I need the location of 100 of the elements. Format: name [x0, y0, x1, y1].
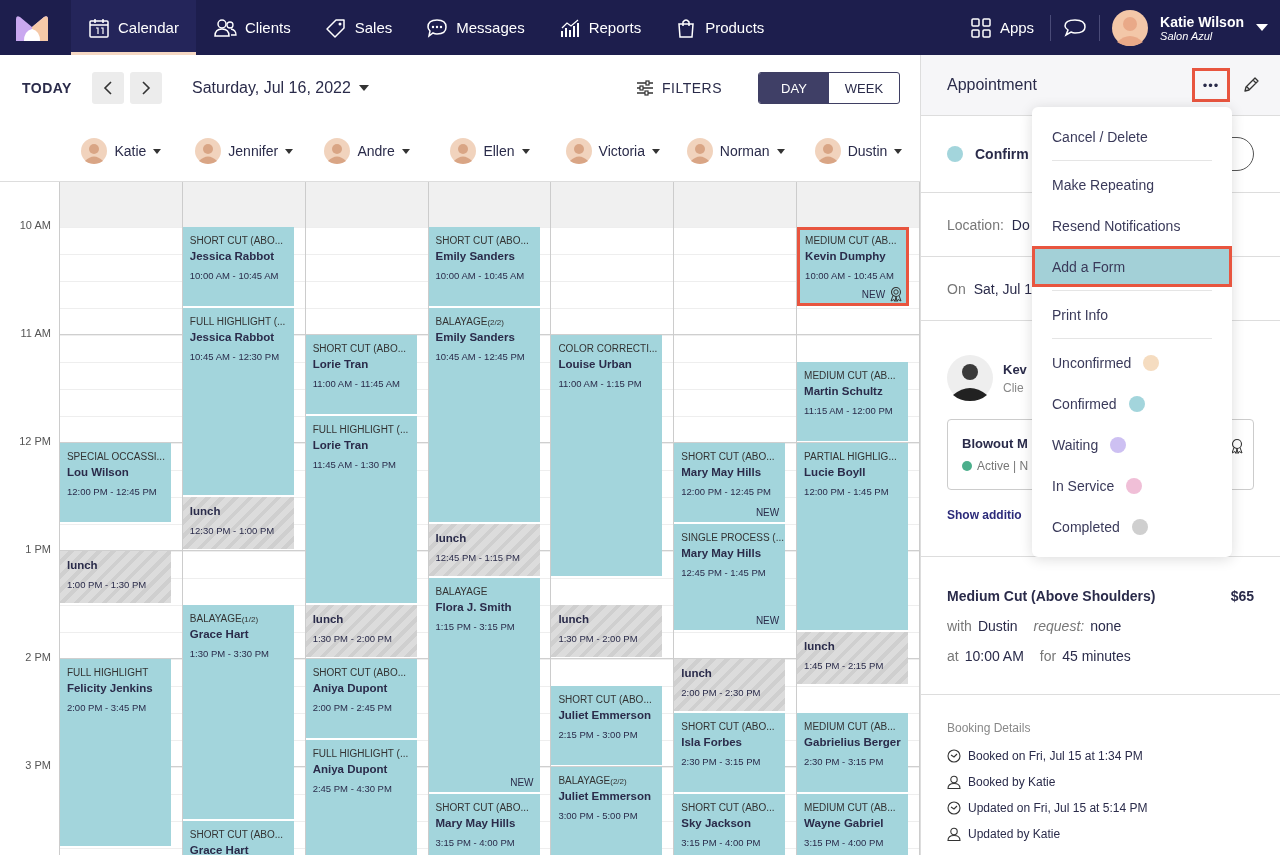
staff-selector[interactable]: Ellen: [450, 138, 530, 164]
client-name: Juliet Emmerson: [558, 790, 653, 802]
appointment-block[interactable]: BALAYAGE Flora J. Smith 1:15 PM - 3:15 PM NEW: [428, 578, 540, 792]
salon-name: Salon Azul: [1160, 29, 1214, 42]
duration-value: 45 minutes: [1062, 647, 1131, 664]
break-block[interactable]: lunch 1:30 PM - 2:00 PM: [305, 605, 417, 657]
staff-selector[interactable]: Norman: [686, 138, 785, 164]
appointment-block[interactable]: SHORT CUT (ABO... Grace Hart: [182, 821, 294, 855]
time-range: 2:00 PM - 3:45 PM: [66, 702, 148, 713]
hour-label: 1 PM: [25, 543, 51, 555]
menu-item[interactable]: Confirmed: [1032, 383, 1232, 424]
appointment-block[interactable]: SHORT CUT (ABO... Mary May Hills 12:00 PM - 12:45 PM NEW: [674, 443, 786, 522]
client-name: Jessica Rabbot: [189, 331, 276, 343]
break-label: lunch: [435, 532, 468, 544]
service-label: SHORT CUT (ABO...: [681, 721, 776, 732]
client-name: Emily Sanders: [435, 331, 516, 343]
appointment-block[interactable]: SHORT CUT (ABO... Isla Forbes 2:30 PM - 3:15 PM: [674, 713, 786, 792]
appointment-block[interactable]: SINGLE PROCESS (... Mary May Hills 12:45 PM - 1:45 PM NEW: [674, 524, 786, 630]
break-block[interactable]: lunch 1:00 PM - 1:30 PM: [59, 551, 171, 603]
appointment-block[interactable]: SPECIAL OCCASSI... Lou Wilson 12:00 PM - 12:45 PM: [59, 443, 171, 522]
date-picker[interactable]: Saturday, Jul 16, 2022: [185, 78, 375, 98]
appointment-block[interactable]: MEDIUM CUT (AB... Wayne Gabriel 3:15 PM - 4:00 PM: [797, 794, 909, 855]
appointment-block[interactable]: SHORT CUT (ABO... Emily Sanders 10:00 AM - 10:45 AM: [428, 227, 540, 306]
break-block[interactable]: lunch 1:30 PM - 2:00 PM: [551, 605, 663, 657]
appointment-block[interactable]: FULL HIGHLIGHT (... Jessica Rabbot 10:45 AM - 12:30 PM: [182, 308, 294, 495]
menu-item-label: Confirmed: [1052, 395, 1117, 412]
nav-tab[interactable]: Calendar: [71, 0, 196, 55]
menu-item[interactable]: Print Info: [1032, 294, 1232, 335]
appointment-block[interactable]: FULL HIGHLIGHT Felicity Jenkins 2:00 PM - 3:45 PM: [59, 659, 171, 846]
break-block[interactable]: lunch 1:45 PM - 2:15 PM: [797, 632, 909, 684]
nav-tab[interactable]: Sales: [307, 0, 410, 55]
service-label: SHORT CUT (ABO...: [435, 235, 530, 246]
time-range: 2:30 PM - 3:15 PM: [804, 756, 885, 767]
appointment-block[interactable]: BALAYAGE(2/2) Emily Sanders 10:45 AM - 12:45 PM: [428, 308, 540, 522]
service-label: SHORT CUT (ABO...: [558, 694, 653, 705]
appointment-block[interactable]: SHORT CUT (ABO... Aniya Dupont 2:00 PM - 2:45 PM: [305, 659, 417, 738]
client-name: Juliet Emmerson: [558, 709, 653, 721]
booking-detail: Booked on Fri, Jul 15 at 1:34 PM: [968, 749, 1143, 763]
service-label: SHORT CUT (ABO...: [312, 667, 407, 678]
break-block[interactable]: lunch 12:30 PM - 1:00 PM: [182, 497, 294, 549]
client-name: Grace Hart: [189, 844, 250, 855]
date-value: Sat, Jul 1: [973, 280, 1033, 297]
appointment-block[interactable]: MEDIUM CUT (AB... Gabrielius Berger 2:30 PM - 3:15 PM: [797, 713, 909, 792]
nav-tab[interactable]: Clients: [195, 0, 308, 55]
staff-selector[interactable]: Katie: [81, 138, 162, 164]
nav-tab[interactable]: Messages: [409, 0, 542, 55]
client-name: Lou Wilson: [66, 466, 130, 478]
menu-item[interactable]: Add a Form: [1032, 246, 1232, 287]
more-options-button[interactable]: •••: [1192, 68, 1230, 102]
view-tab[interactable]: DAY: [759, 73, 829, 103]
menu-item[interactable]: Waiting: [1032, 424, 1232, 465]
request-value: none: [1090, 617, 1122, 634]
client-name: Lorie Tran: [312, 439, 370, 451]
time-range: 1:30 PM - 3:30 PM: [189, 648, 270, 659]
with-label: with: [947, 617, 972, 634]
appointment-block[interactable]: COLOR CORRECTI... Louise Urban 11:00 AM - 1:15 PM: [551, 335, 663, 576]
nav-tab[interactable]: Reports: [541, 0, 659, 55]
staff-selector[interactable]: Dustin: [814, 138, 903, 164]
menu-item-label: Make Repeating: [1052, 176, 1154, 193]
booking-details-title: Booking Details: [947, 721, 1032, 735]
menu-item[interactable]: Unconfirmed: [1032, 342, 1232, 383]
menu-item[interactable]: Cancel / Delete: [1032, 116, 1232, 157]
staff-selector[interactable]: Jennifer: [195, 138, 294, 164]
appointment-block[interactable]: MEDIUM CUT (AB... Martin Schultz 11:15 AM - 12:00 PM: [797, 362, 909, 441]
time-range: 1:00 PM - 1:30 PM: [66, 579, 148, 590]
menu-item[interactable]: In Service: [1032, 465, 1232, 506]
break-block[interactable]: lunch 12:45 PM - 1:15 PM: [428, 524, 540, 576]
appointment-block[interactable]: SHORT CUT (ABO... Jessica Rabbot 10:00 AM - 10:45 AM: [182, 227, 294, 306]
client-name: Flora J. Smith: [435, 601, 513, 613]
staff-selector[interactable]: Andre: [324, 138, 410, 164]
appointment-block[interactable]: BALAYAGE(2/2) Juliet Emmerson 3:00 PM - 5:00 PM: [551, 767, 663, 855]
menu-item[interactable]: Completed: [1032, 506, 1232, 547]
apps-button[interactable]: Apps: [965, 0, 1039, 55]
appointment-block[interactable]: PARTIAL HIGHLIG... Lucie Boyll 12:00 PM - 1:45 PM: [797, 443, 909, 630]
client-name: Emily Sanders: [435, 250, 516, 262]
break-block[interactable]: lunch 2:00 PM - 2:30 PM: [674, 659, 786, 711]
view-tab[interactable]: WEEK: [829, 73, 899, 103]
appointment-block[interactable]: BALAYAGE(1/2) Grace Hart 1:30 PM - 3:30 PM: [182, 605, 294, 819]
menu-item[interactable]: Make Repeating: [1032, 164, 1232, 205]
date-label: On: [947, 280, 966, 297]
appointment-block[interactable]: SHORT CUT (ABO... Juliet Emmerson 2:15 PM - 3:00 PM: [551, 686, 663, 765]
service-label: FULL HIGHLIGHT (...: [312, 424, 410, 435]
appointment-block[interactable]: SHORT CUT (ABO... Lorie Tran 11:00 AM - 11:45 AM: [305, 335, 417, 414]
appointment-block[interactable]: SHORT CUT (ABO... Sky Jackson 3:15 PM - 4:00 PM: [674, 794, 786, 855]
new-label: NEW: [861, 288, 886, 300]
client-name: Lucie Boyll: [804, 466, 867, 478]
filters-button[interactable]: FILTERS: [629, 79, 728, 97]
menu-item-label: Add a Form: [1052, 258, 1126, 275]
staff-selector[interactable]: Victoria: [565, 138, 660, 164]
menu-item-label: Unconfirmed: [1052, 354, 1132, 371]
menu-item[interactable]: Resend Notifications: [1032, 205, 1232, 246]
hour-label: 2 PM: [25, 651, 51, 663]
appointment-block[interactable]: MEDIUM CUT (AB... Kevin Dumphy 10:00 AM - 10:45 AM NEW: [797, 227, 910, 306]
client-name: Kev: [1003, 361, 1027, 377]
nav-tab[interactable]: Products: [658, 0, 782, 55]
time-range: 3:15 PM - 4:00 PM: [804, 837, 885, 848]
today-button[interactable]: TODAY: [22, 80, 72, 96]
appointment-block[interactable]: SHORT CUT (ABO... Mary May Hills 3:15 PM - 4:00 PM: [428, 794, 540, 855]
appointment-block[interactable]: FULL HIGHLIGHT (... Lorie Tran 11:45 AM - 1:30 PM: [305, 416, 417, 603]
appointment-block[interactable]: FULL HIGHLIGHT (... Aniya Dupont 2:45 PM - 4:30 PM: [305, 740, 417, 855]
